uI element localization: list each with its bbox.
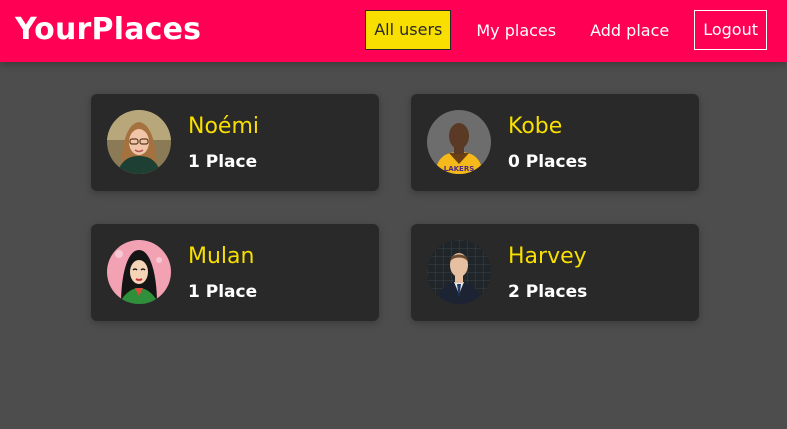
nav-all-users[interactable]: All users bbox=[365, 10, 452, 50]
nav-logout[interactable]: Logout bbox=[694, 10, 767, 50]
user-place-count: 1 Place bbox=[188, 152, 258, 172]
user-place-count: 0 Places bbox=[508, 152, 588, 172]
user-name: Mulan bbox=[188, 244, 255, 269]
brand-title[interactable]: YourPlaces bbox=[15, 10, 201, 50]
nav-add-place[interactable]: Add place bbox=[581, 11, 678, 49]
main-header: YourPlaces All users My places Add place… bbox=[0, 0, 787, 62]
user-place-count: 2 Places bbox=[508, 282, 588, 302]
user-avatar-noemi bbox=[107, 110, 171, 174]
user-card-kobe[interactable]: LAKERS Kobe 0 Places bbox=[411, 94, 699, 191]
user-avatar-mulan bbox=[107, 240, 171, 304]
svg-text:LAKERS: LAKERS bbox=[444, 165, 475, 173]
user-card-noemi[interactable]: Noémi 1 Place bbox=[91, 94, 379, 191]
nav-my-places[interactable]: My places bbox=[467, 11, 565, 49]
user-name: Kobe bbox=[508, 114, 563, 139]
main-navigation: All users My places Add place Logout bbox=[349, 10, 767, 50]
user-card-mulan[interactable]: Mulan 1 Place bbox=[91, 224, 379, 321]
user-avatar-harvey bbox=[427, 240, 491, 304]
user-name: Noémi bbox=[188, 114, 259, 139]
user-card-harvey[interactable]: Harvey 2 Places bbox=[411, 224, 699, 321]
user-name: Harvey bbox=[508, 244, 587, 269]
user-avatar-kobe: LAKERS bbox=[427, 110, 491, 174]
user-place-count: 1 Place bbox=[188, 282, 258, 302]
